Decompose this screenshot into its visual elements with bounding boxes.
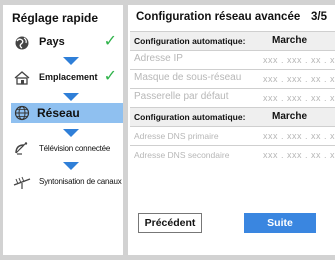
satellite-icon — [13, 141, 31, 157]
setting-row-auto-config-dns[interactable]: Configuration automatique: Marche — [130, 107, 335, 126]
quick-setup-sidebar: Réglage rapide Pays ✓ Emplacement ✓ Rése… — [3, 5, 123, 255]
next-button[interactable]: Suite — [244, 213, 316, 233]
setting-row-primary-dns: Adresse DNS primaire xxx . xxx . xx . x — [130, 126, 335, 145]
network-globe-icon — [13, 105, 31, 121]
setting-row-secondary-dns: Adresse DNS secondaire xxx . xxx . xx . … — [130, 145, 335, 164]
previous-button[interactable]: Précédent — [138, 213, 202, 233]
step-pays[interactable]: Pays ✓ — [13, 33, 119, 53]
step-label: Télévision connectée — [39, 144, 111, 153]
step-label: Pays — [39, 36, 65, 48]
down-arrow-icon — [63, 162, 79, 170]
setting-label: Configuration automatique: — [134, 36, 246, 46]
setting-value: xxx . xxx . xx . x — [262, 55, 335, 65]
setting-row-subnet-mask: Masque de sous-réseau xxx . xxx . xx . x — [130, 69, 335, 88]
house-icon — [13, 70, 31, 86]
page-title: Configuration réseau avancée — [136, 11, 301, 23]
down-arrow-icon — [63, 57, 79, 65]
setting-row-default-gateway: Passerelle par défaut xxx . xxx . xx . x — [130, 88, 335, 107]
setting-value: Marche — [271, 111, 307, 122]
step-syntonisation-canaux[interactable]: Syntonisation de canaux — [13, 172, 122, 192]
setting-label: Configuration automatique: — [134, 112, 246, 122]
setting-value: xxx . xxx . xx . x — [262, 131, 335, 141]
step-label: Syntonisation de canaux — [39, 177, 122, 186]
step-label: Emplacement — [39, 72, 98, 82]
sidebar-title: Réglage rapide — [12, 11, 99, 25]
down-arrow-icon — [63, 93, 79, 101]
step-reseau[interactable]: Réseau — [11, 103, 123, 123]
setting-value: xxx . xxx . xx . x — [262, 93, 335, 103]
settings-list: Configuration automatique: Marche Adress… — [130, 31, 335, 164]
step-label: Réseau — [37, 106, 80, 120]
setting-row-auto-config[interactable]: Configuration automatique: Marche — [130, 31, 335, 50]
globe-icon — [13, 35, 31, 51]
setup-screen: Réglage rapide Pays ✓ Emplacement ✓ Rése… — [0, 0, 335, 260]
check-icon: ✓ — [103, 68, 117, 85]
setting-label: Adresse IP — [134, 53, 183, 64]
setting-row-ip-address: Adresse IP xxx . xxx . xx . x — [130, 50, 335, 69]
step-counter: 3/5 — [311, 11, 327, 23]
step-television-connectee[interactable]: Télévision connectée — [13, 139, 119, 159]
setting-label: Adresse DNS secondaire — [134, 150, 230, 160]
antenna-icon — [13, 174, 31, 190]
setting-label: Passerelle par défaut — [134, 91, 229, 102]
down-arrow-icon — [63, 129, 79, 137]
setting-value: xxx . xxx . xx . x — [262, 150, 335, 160]
check-icon: ✓ — [103, 33, 117, 50]
network-config-panel: Configuration réseau avancée 3/5 Configu… — [128, 5, 335, 255]
step-emplacement[interactable]: Emplacement ✓ — [13, 68, 119, 88]
setting-value: xxx . xxx . xx . x — [262, 74, 335, 84]
setting-label: Masque de sous-réseau — [134, 72, 242, 83]
setting-label: Adresse DNS primaire — [134, 131, 219, 141]
setting-value: Marche — [271, 35, 307, 46]
